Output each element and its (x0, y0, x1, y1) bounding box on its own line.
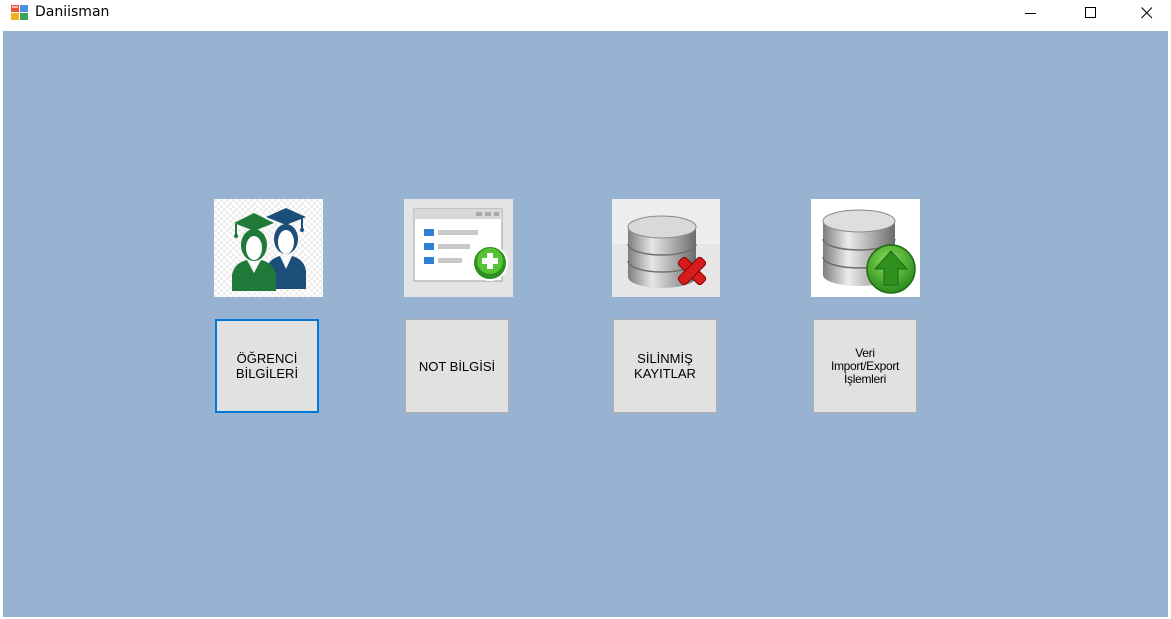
maximize-icon (1085, 7, 1096, 18)
close-icon (1141, 7, 1153, 19)
maximize-button[interactable] (1068, 0, 1114, 26)
import-export-picture[interactable] (811, 199, 920, 297)
deleted-records-label: SİLİNMİŞ KAYITLAR (634, 351, 696, 381)
add-record-list-icon (404, 199, 513, 297)
window-title: Daniisman (35, 4, 110, 20)
minimize-icon (1025, 13, 1036, 14)
students-picture[interactable] (214, 199, 323, 297)
app-form-icon[interactable] (11, 5, 29, 21)
deleted-records-picture[interactable] (612, 199, 720, 297)
form-client-area: ÖĞRENCİ BİLGİLERİ NOT BİLGİSİ SİLİNMİŞ K… (3, 31, 1168, 617)
deleted-records-button[interactable]: SİLİNMİŞ KAYITLAR (613, 319, 717, 413)
grades-picture[interactable] (404, 199, 513, 297)
import-export-label: Veri Import/Export İşlemleri (830, 345, 900, 386)
students-graduation-icon (214, 199, 323, 297)
minimize-button[interactable] (1008, 0, 1054, 26)
database-delete-icon (612, 199, 720, 297)
close-button[interactable] (1124, 0, 1170, 26)
title-bar[interactable]: Daniisman (0, 0, 1171, 31)
grade-info-button[interactable]: NOT BİLGİSİ (405, 319, 509, 413)
grade-info-label: NOT BİLGİSİ (418, 358, 496, 374)
import-export-button[interactable]: Veri Import/Export İşlemleri (813, 319, 917, 413)
student-info-label: ÖĞRENCİ BİLGİLERİ (235, 351, 299, 381)
student-info-button[interactable]: ÖĞRENCİ BİLGİLERİ (215, 319, 319, 413)
database-upload-icon (811, 199, 920, 297)
